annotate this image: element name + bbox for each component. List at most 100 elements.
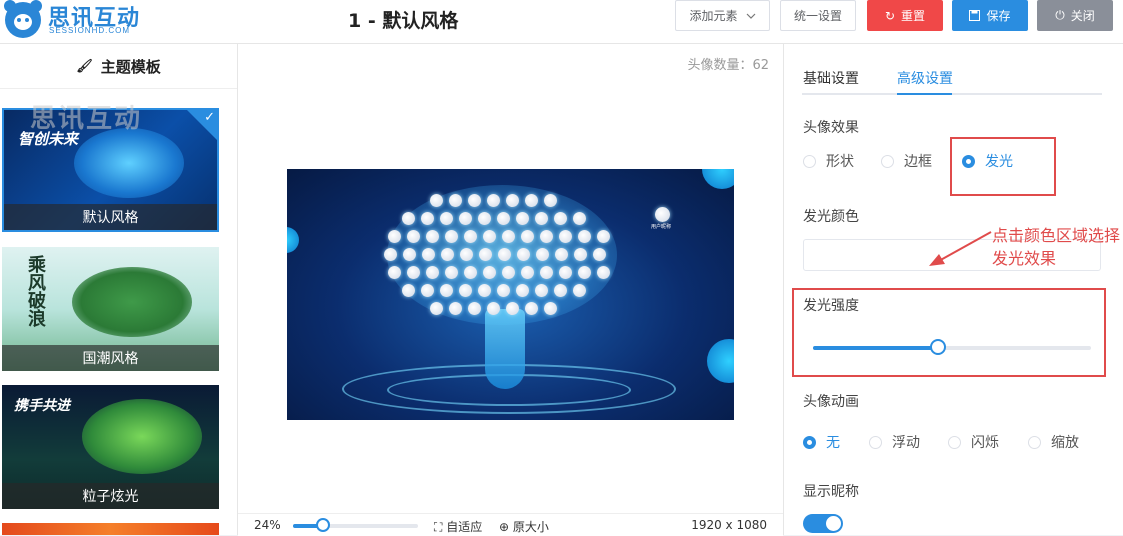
settings-panel: 基础设置 高级设置 头像效果 形状 边框 发光 发光颜色 发光强度 头像动画 无…	[783, 44, 1123, 535]
avatar	[477, 284, 491, 297]
preview-canvas[interactable]: 用户昵称	[287, 169, 734, 420]
avatar	[553, 212, 567, 225]
zoom-slider-handle[interactable]	[316, 518, 330, 532]
refresh-icon: ↻	[884, 8, 896, 23]
avatar	[439, 284, 453, 297]
radio-none-label: 无	[826, 435, 840, 451]
glow-intensity-fill	[813, 346, 939, 350]
zoom-percent: 24%	[254, 518, 281, 532]
radio-scale[interactable]: 缩放	[1028, 432, 1079, 452]
brand-domain: SESSIONHD.COM	[49, 26, 131, 35]
tab-divider	[802, 93, 1102, 95]
magnifier-icon: ⊕	[499, 520, 510, 534]
avatar	[403, 248, 416, 261]
avatar	[422, 248, 435, 261]
avatar	[515, 212, 529, 225]
glow-intensity-slider[interactable]	[813, 339, 1091, 355]
template-art-title: 携手共进	[14, 398, 70, 414]
template-label: 国潮风格	[2, 345, 219, 371]
radio-float[interactable]: 浮动	[869, 432, 920, 452]
avatar	[401, 212, 415, 225]
active-tab-indicator	[897, 93, 952, 95]
fit-label: 自适应	[446, 520, 483, 534]
annotation-arrow-icon	[929, 231, 992, 266]
radio-border-label: 边框	[904, 154, 932, 170]
template-card-guochao[interactable]: 乘风破浪 国潮风格	[2, 247, 219, 371]
close-button[interactable]: ⏻ 关闭	[1037, 0, 1113, 31]
chevron-down-icon	[746, 13, 755, 19]
avatar	[572, 284, 586, 297]
avatar-name: 用户昵称	[651, 224, 672, 230]
reset-button[interactable]: ↻ 重置	[867, 0, 943, 31]
radio-shape-label: 形状	[826, 154, 854, 170]
glow-orb	[287, 227, 299, 253]
avatar	[496, 212, 510, 225]
original-size-button[interactable]: ⊕ 原大小	[499, 518, 549, 535]
resolution: 1920 x 1080	[691, 518, 767, 532]
power-icon: ⏻	[1055, 8, 1065, 22]
radio-float-label: 浮动	[892, 435, 920, 451]
zoom-bar: 24% ⛶ 自适应 ⊕ 原大小 1920 x 1080	[238, 513, 783, 536]
template-tree-art	[82, 399, 202, 474]
glow-orb	[707, 339, 734, 383]
avatar-animation-heading: 头像动画	[803, 394, 859, 410]
avatar	[534, 284, 548, 297]
avatar	[384, 248, 397, 261]
annotation-text: 点击颜色区域选择发光效果	[992, 226, 1121, 268]
fit-icon: ⛶	[434, 520, 443, 534]
avatar	[496, 284, 510, 297]
avatar	[420, 284, 434, 297]
radio-none[interactable]: 无	[803, 432, 840, 452]
unified-settings-button[interactable]: 统一设置	[780, 0, 856, 31]
avatar	[460, 248, 473, 261]
template-card-particle[interactable]: 携手共进 粒子炫光	[2, 385, 219, 509]
avatar	[458, 212, 472, 225]
avatar	[574, 248, 587, 261]
avatar	[572, 212, 586, 225]
avatar	[536, 248, 549, 261]
highlight-box-glow	[950, 137, 1056, 196]
reset-label: 重置	[901, 9, 926, 23]
save-icon	[969, 10, 981, 21]
glow-color-heading: 发光颜色	[803, 209, 859, 225]
avatar	[498, 248, 511, 261]
fit-button[interactable]: ⛶ 自适应	[434, 518, 482, 535]
template-art-title: 乘风破浪	[25, 255, 46, 327]
top-header: 思讯互动 SESSIONHD.COM 1 - 默认风格 添加元素 统一设置 ↻ …	[0, 0, 1123, 44]
avatar	[441, 248, 454, 261]
close-label: 关闭	[1070, 9, 1095, 23]
template-tree-art	[74, 128, 184, 198]
theme-template-panel: 🖌 主题模板 智创未来 ✓ 默认风格 思讯互动 乘风破浪 国潮风格 携手共进 粒…	[0, 44, 238, 535]
glow-intensity-handle[interactable]	[930, 339, 947, 355]
page-title: 1 - 默认风格	[348, 10, 459, 32]
avatar	[555, 248, 568, 261]
avatar	[458, 284, 472, 297]
glow-intensity-heading: 发光强度	[803, 298, 859, 314]
radio-blink[interactable]: 闪烁	[948, 432, 999, 452]
show-nickname-heading: 显示昵称	[803, 484, 859, 500]
avatar	[655, 207, 670, 222]
glow-orb	[702, 169, 734, 189]
avatar	[401, 284, 415, 297]
avatar	[439, 212, 453, 225]
avatar	[553, 284, 567, 297]
show-nickname-toggle[interactable]	[803, 514, 843, 533]
tab-advanced-settings[interactable]: 高级设置	[897, 68, 953, 88]
zoom-slider[interactable]	[293, 518, 418, 532]
add-element-label: 添加元素	[689, 9, 738, 23]
add-element-dropdown[interactable]: 添加元素	[675, 0, 770, 31]
radio-border[interactable]: 边框	[881, 151, 932, 171]
avatar	[479, 248, 492, 261]
template-label: 粒子炫光	[2, 483, 219, 509]
tree-trunk	[485, 309, 525, 389]
lion-logo-icon	[4, 0, 42, 38]
radio-shape[interactable]: 形状	[803, 151, 854, 171]
avatar	[517, 248, 530, 261]
template-card-partial[interactable]	[2, 523, 219, 535]
radio-scale-label: 缩放	[1051, 435, 1079, 451]
tab-basic-settings[interactable]: 基础设置	[803, 68, 859, 88]
save-button[interactable]: 保存	[952, 0, 1028, 31]
brush-icon: 🖌	[76, 58, 93, 74]
checkmark-icon: ✓	[204, 110, 215, 125]
template-tree-art	[72, 267, 192, 337]
